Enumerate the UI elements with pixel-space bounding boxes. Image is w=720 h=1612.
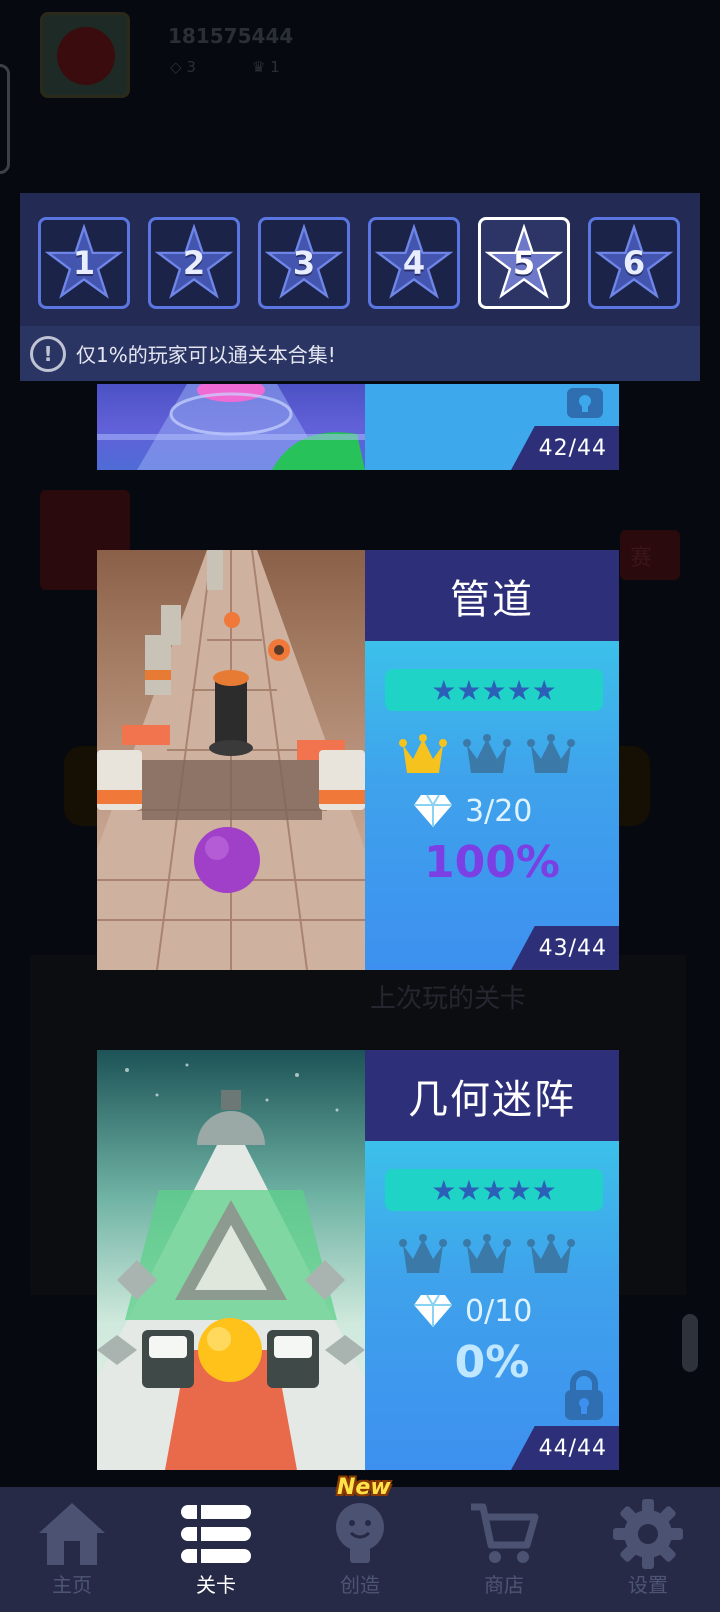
nav-create[interactable]: New 创造 <box>295 1475 425 1612</box>
nav-settings[interactable]: 设置 <box>583 1487 713 1612</box>
nav-label: 设置 <box>628 1573 668 1597</box>
level-thumbnail <box>97 384 365 470</box>
nav-home[interactable]: 主页 <box>7 1487 137 1612</box>
nav-levels[interactable]: 关卡 <box>151 1487 281 1612</box>
info-icon: ! <box>30 335 66 372</box>
lock-icon <box>567 388 603 418</box>
crown-row <box>399 733 575 777</box>
tab-number: 1 <box>72 244 96 282</box>
gem-progress: 3/20 <box>413 793 532 829</box>
level-thumbnail <box>97 550 365 970</box>
list-icon <box>181 1505 251 1563</box>
crown-row <box>399 1233 575 1277</box>
bottom-nav: 主页 关卡 New 创造 商店 设置 <box>0 1475 720 1612</box>
tab-collection-3[interactable]: 3 <box>258 217 350 309</box>
last-played-label: 上次玩的关卡 <box>370 984 527 1014</box>
crown-icon <box>399 734 447 773</box>
level-info-panel: 42/44 <box>365 384 619 470</box>
level-count-label: 42/44 <box>511 426 619 470</box>
collection-tab-panel: 1 2 3 4 5 6 ! 仅1%的玩家可以通关本合集! <box>20 193 700 381</box>
lock-icon <box>565 1370 603 1420</box>
tab-collection-2[interactable]: 2 <box>148 217 240 309</box>
star-rating: ★★★★★ <box>385 669 603 711</box>
gem-count-text: 3/20 <box>465 793 533 829</box>
tab-collection-4[interactable]: 4 <box>368 217 460 309</box>
tab-collection-6[interactable]: 6 <box>588 217 680 309</box>
tab-collection-1[interactable]: 1 <box>38 217 130 309</box>
level-card-42[interactable]: 42/44 <box>97 384 619 470</box>
nav-shop[interactable]: 商店 <box>439 1487 569 1612</box>
level-card-geometry-maze[interactable]: 几何迷阵 ★★★★★ 0/10 0% 44/44 <box>97 1050 619 1470</box>
nav-label: 创造 <box>340 1573 380 1597</box>
collection-tabs: 1 2 3 4 5 6 <box>38 217 680 309</box>
side-handle <box>0 64 10 174</box>
tab-number: 3 <box>292 244 316 282</box>
notice-bar: ! 仅1%的玩家可以通关本合集! <box>20 326 700 381</box>
level-thumbnail <box>97 1050 365 1470</box>
diamond-icon <box>414 794 452 827</box>
gem-count-text: 0/10 <box>465 1293 533 1329</box>
tab-number: 5 <box>512 244 536 282</box>
tab-number: 2 <box>182 244 206 282</box>
level-title: 几何迷阵 <box>365 1050 619 1141</box>
star-rating: ★★★★★ <box>385 1169 603 1211</box>
gear-icon <box>613 1499 683 1569</box>
home-icon <box>39 1503 105 1565</box>
tab-number: 6 <box>622 244 646 282</box>
new-badge: New <box>337 1475 391 1500</box>
gem-count: ◇ 3 <box>170 58 196 76</box>
level-info-panel: 几何迷阵 ★★★★★ 0/10 0% 44/44 <box>365 1050 619 1470</box>
progress-percent: 100% <box>424 837 560 888</box>
tab-number: 4 <box>402 244 426 282</box>
crown-icon <box>527 734 575 773</box>
crown-icon <box>463 734 511 773</box>
level-info-panel: 管道 ★★★★★ 3/20 100% 43/44 <box>365 550 619 970</box>
scrollbar[interactable] <box>682 1314 698 1372</box>
gem-progress: 0/10 <box>413 1293 532 1329</box>
user-id: 181575444 <box>168 24 294 48</box>
level-title: 管道 <box>365 550 619 641</box>
diamond-icon <box>414 1294 452 1327</box>
cart-icon <box>471 1503 539 1563</box>
nav-label: 商店 <box>484 1573 524 1597</box>
nav-label: 关卡 <box>196 1573 236 1597</box>
level-card-pipes[interactable]: 管道 ★★★★★ 3/20 100% 43/44 <box>97 550 619 970</box>
crown-icon <box>527 1234 575 1273</box>
compete-label: 赛 <box>630 546 653 571</box>
crown-count: ♛ 1 <box>252 58 280 76</box>
crown-icon <box>399 1234 447 1273</box>
tab-collection-5[interactable]: 5 <box>478 217 570 309</box>
nav-label: 主页 <box>52 1573 92 1597</box>
avatar <box>40 12 130 98</box>
lightbulb-icon <box>336 1503 384 1563</box>
notice-text: 仅1%的玩家可以通关本合集! <box>76 343 336 367</box>
crown-icon <box>463 1234 511 1273</box>
